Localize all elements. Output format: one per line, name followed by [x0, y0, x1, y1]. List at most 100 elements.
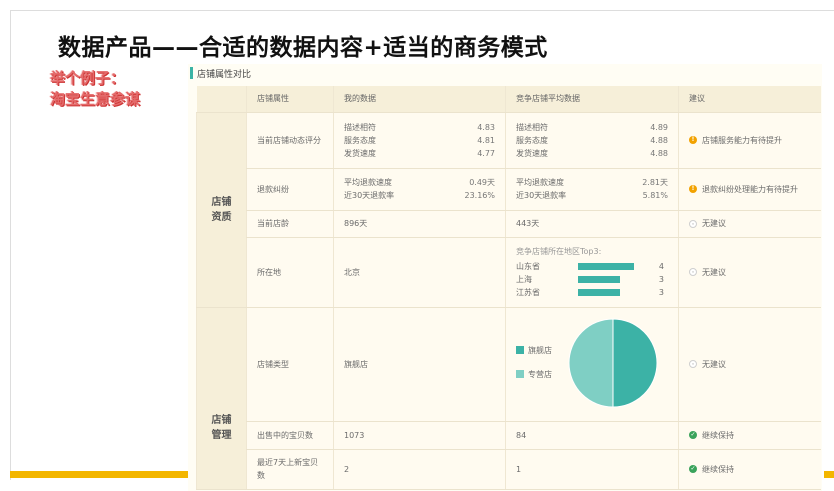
metric-value: 4.83 [477, 122, 495, 132]
table-row: 店铺 管理 店铺类型 旗舰店 旗舰店 专营店 · 无建议 [196, 307, 821, 490]
example-callout: 举个例子： 淘宝生意参谋 [50, 68, 140, 110]
metric-label: 描述相符 [344, 122, 376, 132]
footer-accent-bar [10, 471, 188, 478]
callout-line-2: 淘宝生意参谋 [50, 90, 141, 108]
advice-text: 退款纠纷处理能力有待提升 [702, 184, 798, 194]
group-label: 资质 [211, 211, 232, 223]
metric-label: 发货速度 [516, 148, 548, 158]
avg-cell: 1 [505, 449, 679, 490]
location-bar-chart: 竞争店铺所在地区Top3: 山东省 4 上海 3 江苏省 3 [516, 246, 668, 299]
no-advice-icon: · [689, 219, 697, 228]
metric-value: 4.81 [477, 135, 495, 145]
mine-cell: 896天 [333, 210, 506, 238]
bar-fill [578, 288, 620, 296]
pie-legend: 旗舰店 专营店 [516, 338, 552, 386]
attr-cell: 所在地 [246, 237, 334, 308]
legend-label: 旗舰店 [528, 345, 552, 355]
check-icon: ✓ [689, 465, 697, 473]
warning-icon: ! [689, 185, 697, 193]
pie-slice-0 [612, 318, 658, 408]
metric-value: 23.16% [464, 191, 495, 200]
bar-label: 江苏省 [516, 287, 540, 297]
advice-text: 店铺服务能力有待提升 [702, 135, 782, 145]
callout-line-1: 举个例子： [50, 69, 126, 87]
no-advice-icon: · [689, 360, 697, 368]
avg-cell: 旗舰店 专营店 [505, 307, 679, 422]
table-header-row: 店铺属性 我的数据 竞争店铺平均数据 建议 [196, 86, 821, 113]
metric-label: 描述相符 [516, 122, 548, 132]
metric-value: 4.88 [650, 148, 668, 158]
shop-compare-panel: 店铺属性对比 店铺属性 我的数据 竞争店铺平均数据 建议 店铺 资质 当前店铺动… [188, 64, 822, 491]
advice-text: 继续保持 [702, 464, 734, 474]
legend-swatch [516, 370, 524, 378]
bar-row: 山东省 4 [516, 260, 668, 273]
metric-value: 5.81% [642, 191, 668, 200]
slide-top-rule [10, 10, 834, 11]
advice-cell: ✓ 继续保持 [678, 449, 821, 490]
metric-value: 2.81天 [642, 178, 668, 187]
bar-fill [578, 275, 620, 283]
attr-cell: 最近7天上新宝贝数 [246, 449, 334, 490]
avg-cell: 竞争店铺所在地区Top3: 山东省 4 上海 3 江苏省 3 [505, 237, 679, 308]
warning-icon: ! [689, 136, 697, 144]
metric-value: 4.77 [477, 148, 495, 158]
group-label: 店铺 [211, 415, 232, 426]
attr-cell: 当前店龄 [246, 210, 334, 238]
bar-label: 上海 [516, 274, 532, 284]
legend-label: 专营店 [528, 369, 552, 379]
metric-value: 0.49天 [469, 178, 495, 187]
table-row: 最近7天上新宝贝数 2 1 ✓ 继续保持 [197, 449, 821, 490]
bar-value: 3 [658, 287, 664, 297]
compare-table: 店铺属性 我的数据 竞争店铺平均数据 建议 店铺 资质 当前店铺动态评分 描述相… [196, 86, 821, 490]
metric-value: 4.89 [650, 122, 668, 132]
group-management: 店铺 管理 [196, 307, 247, 490]
panel-header: 店铺属性对比 [188, 64, 822, 82]
column-header: 我的数据 [333, 86, 506, 113]
advice-cell: ✓ 继续保持 [678, 421, 821, 450]
mine-cell: 1073 [333, 421, 506, 450]
slide-left-rule [10, 10, 11, 480]
column-header: 建议 [678, 86, 821, 113]
avg-cell: 84 [505, 421, 679, 450]
legend-item: 旗舰店 [516, 338, 552, 362]
advice-cell: · 无建议 [678, 237, 821, 308]
advice-text: 无建议 [702, 359, 726, 369]
bar-fill [578, 262, 634, 270]
bar-label: 山东省 [516, 261, 540, 271]
mine-cell: 描述相符 4.83 服务态度 4.81 发货速度 4.77 [333, 112, 506, 169]
metric-label: 近30天退款率 [344, 191, 395, 200]
avg-cell: 443天 [505, 210, 679, 238]
bar-row: 江苏省 3 [516, 286, 668, 299]
bar-row: 上海 3 [516, 273, 668, 286]
group-label: 店铺 [211, 196, 232, 208]
mine-cell: 平均退款速度 0.49天 近30天退款率 23.16% [333, 168, 506, 211]
metric-label: 平均退款速度 [344, 178, 392, 187]
pie-svg [568, 318, 658, 408]
advice-cell: ! 店铺服务能力有待提升 [678, 112, 821, 169]
metric-label: 平均退款速度 [516, 178, 564, 187]
no-advice-icon: · [689, 268, 697, 276]
group-qualification: 店铺 资质 [196, 112, 247, 308]
bar-value: 3 [658, 274, 664, 284]
mine-cell: 旗舰店 [333, 307, 506, 422]
bar-value: 4 [658, 261, 664, 271]
check-icon: ✓ [689, 431, 697, 439]
table-row: 店铺 资质 当前店铺动态评分 描述相符 4.83 服务态度 4.81 发货速度 4.7… [196, 112, 821, 308]
table-row: 所在地 北京 竞争店铺所在地区Top3: 山东省 4 上海 3 江苏省 3 · … [197, 237, 821, 308]
column-header: 竞争店铺平均数据 [505, 86, 679, 113]
advice-cell: · 无建议 [678, 307, 821, 422]
advice-text: 无建议 [702, 219, 726, 228]
advice-text: 无建议 [702, 267, 726, 277]
mine-cell: 2 [333, 449, 506, 490]
column-header: 店铺属性 [246, 86, 334, 113]
table-row: 出售中的宝贝数 1073 84 ✓ 继续保持 [197, 421, 821, 450]
header-empty [196, 86, 247, 113]
metric-label: 发货速度 [344, 148, 376, 158]
legend-swatch [516, 346, 524, 354]
metric-label: 服务态度 [516, 135, 548, 145]
advice-cell: · 无建议 [678, 210, 821, 238]
attr-cell: 退款纠纷 [246, 168, 334, 211]
footer-accent-bar [824, 471, 834, 478]
bar-chart-title: 竞争店铺所在地区Top3: [516, 246, 602, 256]
shop-type-pie-chart: 旗舰店 专营店 [506, 308, 678, 420]
